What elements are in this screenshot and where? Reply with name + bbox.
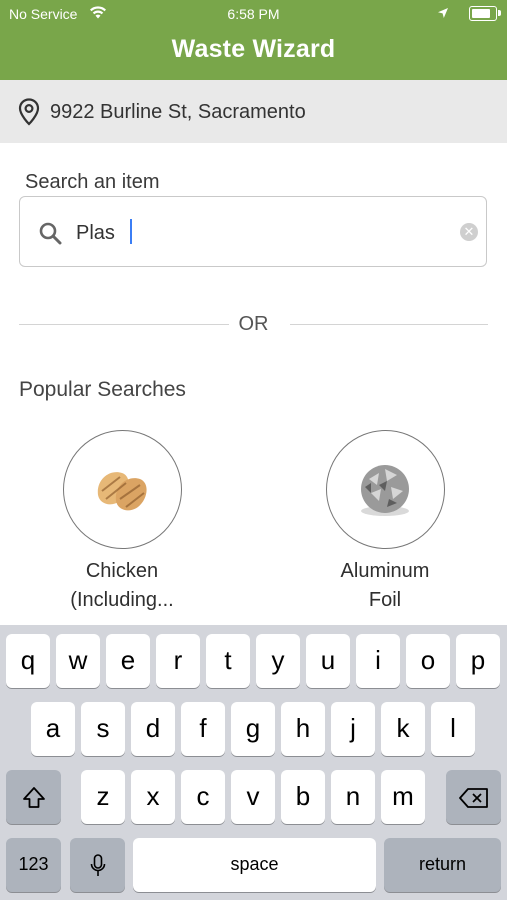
- popular-item-label: Chicken: [85, 560, 159, 582]
- key-s[interactable]: s: [81, 702, 125, 756]
- dictation-key[interactable]: [70, 838, 125, 892]
- key-b[interactable]: b: [281, 770, 325, 824]
- key-u[interactable]: u: [306, 634, 350, 688]
- location-pin-icon: [18, 98, 40, 131]
- key-g[interactable]: g: [231, 702, 275, 756]
- key-w[interactable]: w: [56, 634, 100, 688]
- key-m[interactable]: m: [381, 770, 425, 824]
- popular-item-sublabel: Foil: [368, 589, 402, 611]
- key-j[interactable]: j: [331, 702, 375, 756]
- backspace-key[interactable]: [446, 770, 501, 824]
- key-r[interactable]: r: [156, 634, 200, 688]
- microphone-icon: [89, 849, 107, 879]
- clock: 6:58 PM: [227, 6, 280, 22]
- key-f[interactable]: f: [181, 702, 225, 756]
- key-l[interactable]: l: [431, 702, 475, 756]
- popular-searches-heading: Popular Searches: [19, 378, 186, 401]
- address-text: 9922 Burline St, Sacramento: [50, 101, 306, 123]
- key-n[interactable]: n: [331, 770, 375, 824]
- key-q[interactable]: q: [6, 634, 50, 688]
- battery-icon: [469, 6, 501, 21]
- key-h[interactable]: h: [281, 702, 325, 756]
- numbers-key[interactable]: 123: [6, 838, 61, 892]
- location-arrow-icon: [437, 6, 449, 22]
- onscreen-keyboard: q w e r t y u i o p a s d f g h j k l z …: [0, 625, 507, 900]
- key-c[interactable]: c: [181, 770, 225, 824]
- popular-item-sublabel: (Including...: [70, 589, 174, 611]
- status-bar: No Service 6:58 PM: [0, 0, 507, 28]
- key-e[interactable]: e: [106, 634, 150, 688]
- search-label: Search an item: [25, 171, 160, 193]
- page-title: Waste Wizard: [171, 35, 336, 63]
- key-x[interactable]: x: [131, 770, 175, 824]
- key-d[interactable]: d: [131, 702, 175, 756]
- return-key[interactable]: return: [384, 838, 501, 892]
- popular-item-aluminum-foil[interactable]: Aluminum Foil: [305, 430, 465, 615]
- text-cursor: [130, 219, 132, 244]
- aluminum-foil-thumbnail: [325, 430, 445, 549]
- search-icon: [38, 221, 62, 250]
- shift-key[interactable]: [6, 770, 61, 824]
- key-t[interactable]: t: [206, 634, 250, 688]
- backspace-icon: [458, 781, 489, 811]
- key-z[interactable]: z: [81, 770, 125, 824]
- chicken-thumbnail: [62, 430, 182, 549]
- search-field[interactable]: ✕: [19, 196, 487, 267]
- key-i[interactable]: i: [356, 634, 400, 688]
- key-a[interactable]: a: [31, 702, 75, 756]
- shift-icon: [21, 781, 47, 811]
- key-p[interactable]: p: [456, 634, 500, 688]
- key-k[interactable]: k: [381, 702, 425, 756]
- popular-item-label: Aluminum: [340, 560, 430, 582]
- clear-search-icon[interactable]: ✕: [460, 223, 478, 241]
- popular-item-chicken[interactable]: Chicken (Including...: [42, 430, 202, 615]
- divider-line-right: [290, 324, 488, 325]
- key-o[interactable]: o: [406, 634, 450, 688]
- space-key[interactable]: space: [133, 838, 376, 892]
- address-bar[interactable]: 9922 Burline St, Sacramento: [0, 80, 507, 143]
- key-v[interactable]: v: [231, 770, 275, 824]
- app-header: No Service 6:58 PM Waste Wizard: [0, 0, 507, 80]
- key-y[interactable]: y: [256, 634, 300, 688]
